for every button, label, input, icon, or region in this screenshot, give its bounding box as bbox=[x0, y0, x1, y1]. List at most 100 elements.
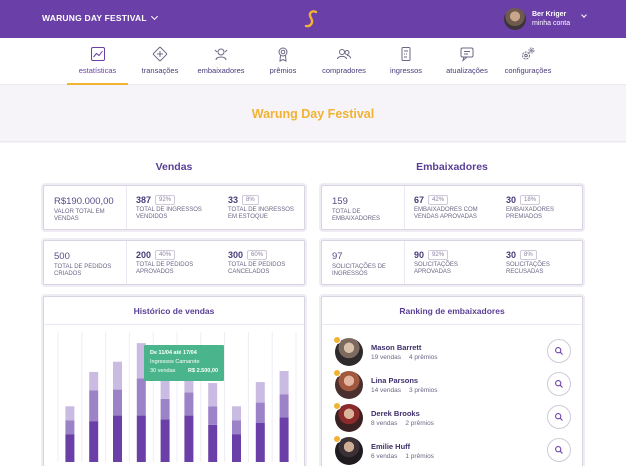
panel-title: Ranking de embaixadores bbox=[322, 297, 582, 325]
bar-segment[interactable] bbox=[255, 382, 265, 403]
ambassador-sales: 6 vendas bbox=[371, 453, 398, 460]
tab-compradores[interactable]: compradores bbox=[320, 38, 368, 85]
total-ambassadors-metric: 159 TOTAL DE EMBAIXADORES bbox=[332, 196, 402, 223]
list-item: Mason Barrett 19 vendas 4 prêmios bbox=[333, 336, 575, 368]
user-name: Ber Kriger bbox=[532, 11, 567, 18]
brand-logo[interactable] bbox=[303, 9, 319, 29]
bar-segment[interactable] bbox=[65, 406, 75, 421]
view-ambassador-button[interactable] bbox=[547, 405, 571, 429]
ticket-icon bbox=[401, 47, 411, 61]
tab-label: transações bbox=[141, 66, 179, 75]
user-menu[interactable]: Ber Kriger minha conta bbox=[504, 8, 587, 30]
metric-value: 159 bbox=[332, 196, 348, 207]
tab-ingressos[interactable]: ingressos bbox=[389, 38, 423, 85]
account-link[interactable]: minha conta bbox=[532, 19, 570, 28]
ticket-requests-metric: 97 SOLICITAÇÕES DE INGRESSOS bbox=[332, 251, 402, 278]
metric-label: TOTAL DE PEDIDOS CANCELADOS bbox=[228, 262, 286, 275]
tickets-stock-metric: 33 8% TOTAL DE INGRESSOS EM ESTOQUE bbox=[228, 195, 302, 221]
ambassador-prizes: 4 prêmios bbox=[409, 354, 438, 361]
metric-label: TOTAL DE PEDIDOS CRIADOS bbox=[54, 264, 112, 277]
tab-label: ingressos bbox=[389, 66, 423, 75]
ambassadors-icon bbox=[214, 48, 228, 61]
bar-segment[interactable] bbox=[65, 434, 75, 462]
orders-approved-metric: 200 40% TOTAL DE PEDIDOS APROVADOS bbox=[136, 250, 214, 276]
bar-segment[interactable] bbox=[255, 423, 265, 462]
award-icon bbox=[278, 47, 288, 62]
bar-segment[interactable] bbox=[136, 378, 146, 416]
tab-estatisticas[interactable]: estatísticas bbox=[67, 38, 128, 85]
tooltip-sales: 30 vendas bbox=[150, 368, 176, 374]
event-selector[interactable]: WARUNG DAY FESTIVAL bbox=[42, 12, 158, 23]
percent-badge: 60% bbox=[247, 250, 268, 260]
ambassadors-awarded-metric: 30 18% EMBAIXADORES PREMIADOS bbox=[506, 195, 580, 221]
ambassadors-approved-metric: 67 42% EMBAIXADORES COM VENDAS APROVADAS bbox=[414, 195, 498, 221]
metric-label: TOTAL DE PEDIDOS APROVADOS bbox=[136, 262, 194, 275]
top-bar: WARUNG DAY FESTIVAL Ber Kriger minha con… bbox=[0, 0, 626, 38]
tab-configuracoes[interactable]: configurações bbox=[504, 38, 552, 85]
bar-segment[interactable] bbox=[208, 383, 218, 407]
divider bbox=[404, 186, 405, 229]
metric-value: R$190.000,00 bbox=[54, 196, 114, 207]
rank-badge bbox=[333, 435, 341, 443]
list-item: Emilie Huff 6 vendas 1 prêmios bbox=[333, 435, 575, 466]
percent-badge: 18% bbox=[520, 195, 541, 205]
bar-segment[interactable] bbox=[279, 417, 289, 462]
vendas-summary-card: R$190.000,00 VALOR TOTAL EM VENDAS 387 92… bbox=[43, 185, 305, 230]
requests-refused-metric: 30 8% SOLICITAÇÕES RECUSADAS bbox=[506, 250, 580, 276]
ambassador-sales: 8 vendas bbox=[371, 420, 398, 427]
ambassador-name: Lina Parsons bbox=[371, 376, 419, 385]
metric-value: 387 bbox=[136, 195, 152, 205]
ambassadors-summary-card: 159 TOTAL DE EMBAIXADORES 67 42% EMBAIXAD… bbox=[321, 185, 583, 230]
metric-value: 33 bbox=[228, 195, 239, 205]
rank-badge bbox=[333, 336, 341, 344]
bar-segment[interactable] bbox=[89, 371, 99, 391]
divider bbox=[404, 241, 405, 284]
metric-label: TOTAL DE EMBAIXADORES bbox=[332, 209, 381, 222]
view-ambassador-button[interactable] bbox=[547, 438, 571, 462]
ambassador-prizes: 2 prêmios bbox=[405, 420, 434, 427]
bar-segment[interactable] bbox=[279, 394, 289, 418]
chart-icon bbox=[90, 47, 105, 61]
metric-label: VALOR TOTAL EM VENDAS bbox=[54, 209, 105, 222]
tab-transacoes[interactable]: transações bbox=[136, 38, 184, 85]
percent-badge: 92% bbox=[155, 195, 176, 205]
settings-icon bbox=[522, 47, 535, 60]
bar-segment[interactable] bbox=[208, 406, 218, 425]
bar-segment[interactable] bbox=[232, 434, 241, 462]
bar-segment[interactable] bbox=[255, 402, 265, 423]
embaixadores-title: Embaixadores bbox=[416, 161, 488, 173]
requests-approved-metric: 90 92% SOLICITAÇÕES APROVADAS bbox=[414, 250, 494, 276]
metric-value: 30 bbox=[506, 195, 517, 205]
main-nav: estatísticas transações embaixadores prê… bbox=[0, 38, 626, 85]
view-ambassador-button[interactable] bbox=[547, 339, 571, 363]
avatar bbox=[504, 8, 526, 30]
view-ambassador-button[interactable] bbox=[547, 372, 571, 396]
bar-segment[interactable] bbox=[89, 390, 99, 422]
bar-segment[interactable] bbox=[160, 398, 170, 420]
bar-segment[interactable] bbox=[184, 415, 194, 462]
bar-segment[interactable] bbox=[208, 424, 218, 462]
bar-segment[interactable] bbox=[113, 389, 122, 416]
bar-segment[interactable] bbox=[184, 392, 194, 416]
bar-segment[interactable] bbox=[232, 420, 241, 435]
tab-premios[interactable]: prêmios bbox=[266, 38, 300, 85]
metric-value: 97 bbox=[332, 251, 343, 262]
bar-segment[interactable] bbox=[113, 415, 122, 462]
search-icon bbox=[555, 380, 563, 388]
bar-segment[interactable] bbox=[65, 420, 75, 435]
event-selector-label: WARUNG DAY FESTIVAL bbox=[42, 13, 147, 23]
bar-segment[interactable] bbox=[113, 361, 122, 390]
tab-label: compradores bbox=[322, 66, 366, 75]
percent-badge: 8% bbox=[520, 250, 537, 260]
bar-segment[interactable] bbox=[160, 419, 170, 462]
bar-segment[interactable] bbox=[232, 406, 241, 421]
ambassador-name: Mason Barrett bbox=[371, 343, 422, 352]
bar-segment[interactable] bbox=[89, 421, 99, 462]
bar-segment[interactable] bbox=[136, 415, 146, 462]
tooltip-date-range: De 11/04 até 17/04 bbox=[150, 350, 197, 356]
tooltip-amount: R$ 2.500,00 bbox=[188, 368, 218, 374]
tab-atualizacoes[interactable]: atualizações bbox=[445, 38, 489, 85]
bar-segment[interactable] bbox=[279, 371, 289, 395]
total-sales-metric: R$190.000,00 VALOR TOTAL EM VENDAS bbox=[54, 196, 126, 223]
tab-embaixadores[interactable]: embaixadores bbox=[195, 38, 247, 85]
